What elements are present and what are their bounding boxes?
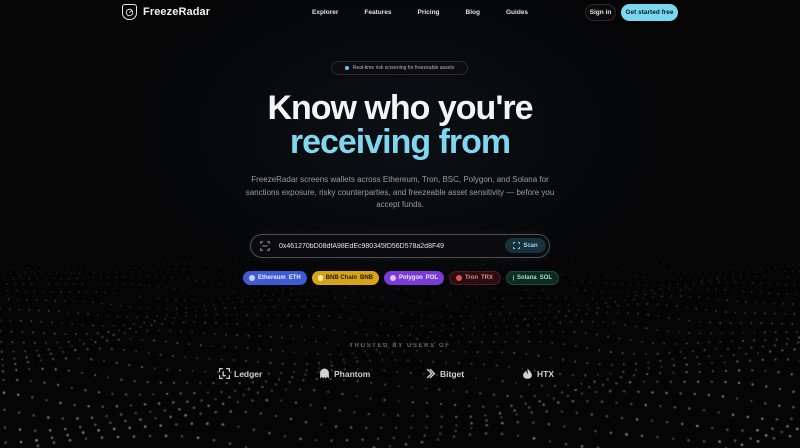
scan-button-label: Scan <box>523 242 538 249</box>
solana-icon <box>513 275 514 281</box>
status-dot-icon <box>344 66 349 70</box>
bnb-icon <box>318 275 323 281</box>
scan-icon <box>260 241 270 251</box>
bitget-icon <box>426 368 436 379</box>
phantom-icon <box>320 368 329 379</box>
brand-logo[interactable]: FreezeRadar <box>122 4 210 20</box>
wallet-search-bar: Scan <box>250 234 550 258</box>
chain-chip-tron[interactable]: Tron TRX <box>449 271 501 285</box>
radar-icon <box>125 8 134 16</box>
ledger-icon <box>219 368 230 379</box>
tron-icon <box>456 275 462 281</box>
chain-label: Polygon <box>398 275 423 281</box>
chain-label: Ethereum <box>258 275 286 281</box>
chain-ticker: TRX <box>481 275 493 281</box>
nav-link-pricing[interactable]: Pricing <box>417 9 439 16</box>
logo-label: HTX <box>537 368 554 379</box>
logo-label: Phantom <box>334 368 371 379</box>
brand-name: FreezeRadar <box>143 6 211 18</box>
nav-link-blog[interactable]: Blog <box>466 9 480 16</box>
logo-label: Bitget <box>440 368 465 379</box>
partner-logos: Ledger Phantom Bitget HTX <box>0 368 800 382</box>
trusted-by-label: TRUSTED BY USERS OF <box>349 343 451 349</box>
chain-label: BNB Chain <box>325 275 357 281</box>
nav-link-guides[interactable]: Guides <box>506 9 528 16</box>
nav-link-features[interactable]: Features <box>364 9 391 16</box>
wallet-address-input[interactable] <box>279 239 499 253</box>
hero-badge-text: Real-time risk screening for freezeable … <box>352 65 455 71</box>
scan-button[interactable]: Scan <box>505 238 546 253</box>
chain-selector: Ethereum ETH BNB Chain BNB Polygon POL T… <box>243 271 559 285</box>
htx-flame-icon <box>523 368 532 379</box>
logo-label: Ledger <box>234 368 263 379</box>
ethereum-icon <box>249 275 255 281</box>
chain-chip-ethereum[interactable]: Ethereum ETH <box>243 271 307 285</box>
chain-ticker: ETH <box>288 275 301 281</box>
scan-button-icon <box>513 242 521 249</box>
hero-badge: Real-time risk screening for freezeable … <box>331 61 468 75</box>
chain-label: Tron <box>465 275 478 281</box>
nav-link-explorer[interactable]: Explorer <box>312 9 338 16</box>
hero-title-line2: receiving from <box>289 123 511 161</box>
get-started-button[interactable]: Get started free <box>621 4 678 21</box>
logo-htx: HTX <box>522 368 554 379</box>
polygon-icon <box>390 275 396 281</box>
shield-icon <box>122 4 137 20</box>
logo-phantom: Phantom <box>319 368 370 379</box>
top-navigation: FreezeRadar Explorer Features Pricing Bl… <box>0 0 800 26</box>
chain-chip-solana[interactable]: Solana SOL <box>506 271 559 285</box>
chain-ticker: POL <box>425 275 438 281</box>
chain-chip-polygon[interactable]: Polygon POL <box>384 271 444 285</box>
sign-in-button[interactable]: Sign in <box>585 4 616 21</box>
logo-bitget: Bitget <box>425 368 464 379</box>
chain-ticker: SOL <box>539 275 552 281</box>
hero-title-line1: Know who you're <box>267 89 533 127</box>
hero-subtitle: FreezeRadar screens wallets across Ether… <box>245 175 555 209</box>
logo-ledger: Ledger <box>219 368 262 379</box>
chain-ticker: BNB <box>360 275 373 281</box>
nav-links: Explorer Features Pricing Blog Guides <box>312 9 554 16</box>
chain-label: Solana <box>516 275 537 281</box>
chain-chip-bnb[interactable]: BNB Chain BNB <box>312 271 379 285</box>
